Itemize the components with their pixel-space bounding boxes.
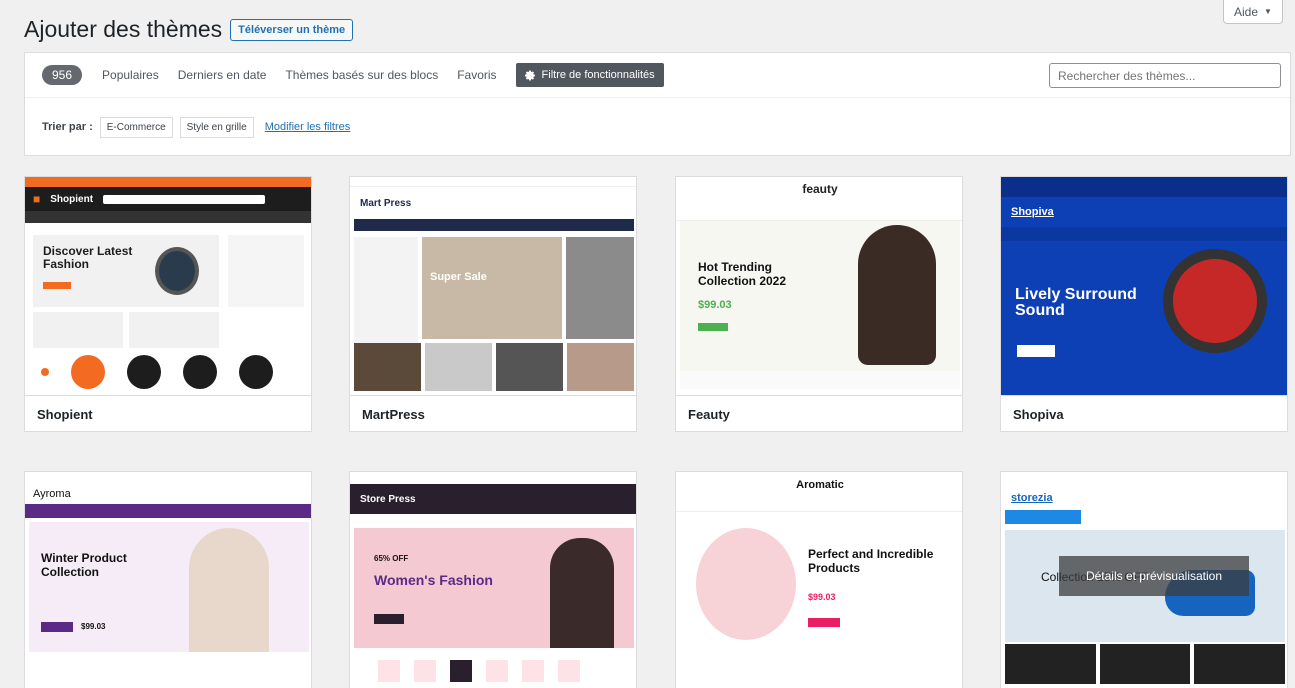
theme-headline: Women's Fashion: [374, 572, 493, 588]
theme-headline: Super Sale: [430, 271, 487, 283]
theme-card-storepress[interactable]: Store Press 65% OFF Women's Fashion: [349, 471, 637, 688]
theme-card-aromatic[interactable]: Aromatic Perfect and Incredible Products…: [675, 471, 963, 688]
page-title: Ajouter des thèmes: [24, 16, 223, 42]
theme-headline: Winter Product Collection: [41, 551, 127, 579]
tab-block-themes[interactable]: Thèmes basés sur des blocs: [285, 68, 438, 82]
theme-logo: feauty: [802, 182, 838, 196]
theme-card-martpress[interactable]: Mart Press Super Sale MartPress: [349, 176, 637, 432]
theme-logo: Aromatic: [796, 479, 844, 491]
page-header: Ajouter des thèmes Téléverser un thème: [24, 16, 354, 43]
theme-name: Feauty: [676, 395, 962, 431]
help-button[interactable]: Aide ▼: [1223, 0, 1283, 24]
theme-price: $99.03: [698, 299, 732, 311]
theme-screenshot[interactable]: feauty Hot Trending Collection 2022 $99.…: [676, 177, 962, 395]
theme-card-storezia[interactable]: storezia Collection 25% OFF Détails et p…: [1000, 471, 1288, 688]
theme-screenshot[interactable]: Shopiva Lively Surround Sound: [1001, 177, 1287, 395]
modify-filters-link[interactable]: Modifier les filtres: [265, 121, 351, 133]
theme-card-shopiva[interactable]: Shopiva Lively Surround Sound Shopiva: [1000, 176, 1288, 432]
theme-name: MartPress: [350, 395, 636, 431]
theme-headline: Discover Latest Fashion: [43, 244, 133, 271]
upload-theme-button[interactable]: Téléverser un thème: [230, 18, 354, 41]
tab-latest[interactable]: Derniers en date: [178, 68, 267, 82]
theme-screenshot[interactable]: Store Press 65% OFF Women's Fashion: [350, 472, 636, 688]
search-themes-input[interactable]: [1049, 63, 1281, 88]
theme-logo: Shopiva: [1011, 206, 1054, 218]
theme-card-feauty[interactable]: feauty Hot Trending Collection 2022 $99.…: [675, 176, 963, 432]
theme-logo: Shopient: [50, 193, 94, 205]
theme-headline: Perfect and Incredible Products: [808, 547, 934, 575]
theme-discount: 65% OFF: [374, 554, 409, 563]
theme-logo: Store Press: [360, 493, 416, 505]
bag-icon: ■: [33, 192, 41, 206]
preview-overlay[interactable]: Détails et prévisualisation: [1059, 556, 1249, 596]
caret-down-icon: ▼: [1264, 7, 1272, 16]
filter-tag-grid: Style en grille: [179, 116, 254, 138]
filter-tag-ecommerce: E-Commerce: [99, 116, 173, 138]
theme-name: Shopient: [25, 395, 311, 431]
feature-filter-label: Filtre de fonctionnalités: [541, 69, 655, 81]
theme-screenshot[interactable]: Aromatic Perfect and Incredible Products…: [676, 472, 962, 688]
gear-icon: [524, 70, 535, 80]
theme-logo: Mart Press: [360, 197, 412, 209]
tab-popular[interactable]: Populaires: [102, 68, 159, 82]
theme-logo: storezia: [1011, 492, 1053, 504]
theme-screenshot[interactable]: ■ Shopient Discover Latest Fashion: [25, 177, 311, 395]
feature-filter-button[interactable]: Filtre de fonctionnalités: [515, 63, 664, 87]
theme-price: $99.03: [808, 592, 836, 602]
theme-screenshot[interactable]: Ayroma Winter Product Collection $99.03: [25, 472, 311, 688]
theme-card-ayroma[interactable]: Ayroma Winter Product Collection $99.03: [24, 471, 312, 688]
theme-logo: Ayroma: [33, 488, 71, 500]
theme-headline: Lively Surround Sound: [1015, 286, 1137, 319]
theme-screenshot[interactable]: storezia Collection 25% OFF Détails et p…: [1001, 472, 1287, 688]
theme-card-shopient[interactable]: ■ Shopient Discover Latest Fashion Shopi…: [24, 176, 312, 432]
theme-count-badge: 956: [42, 65, 83, 85]
theme-name: Shopiva: [1001, 395, 1287, 431]
tab-favorites[interactable]: Favoris: [457, 68, 496, 82]
help-label: Aide: [1234, 4, 1259, 19]
sort-label: Trier par :: [42, 121, 93, 133]
theme-price: $99.03: [81, 622, 106, 631]
filter-bar: 956 Populaires Derniers en date Thèmes b…: [24, 52, 1291, 156]
theme-screenshot[interactable]: Mart Press Super Sale: [350, 177, 636, 395]
theme-headline: Hot Trending Collection 2022: [698, 260, 787, 288]
